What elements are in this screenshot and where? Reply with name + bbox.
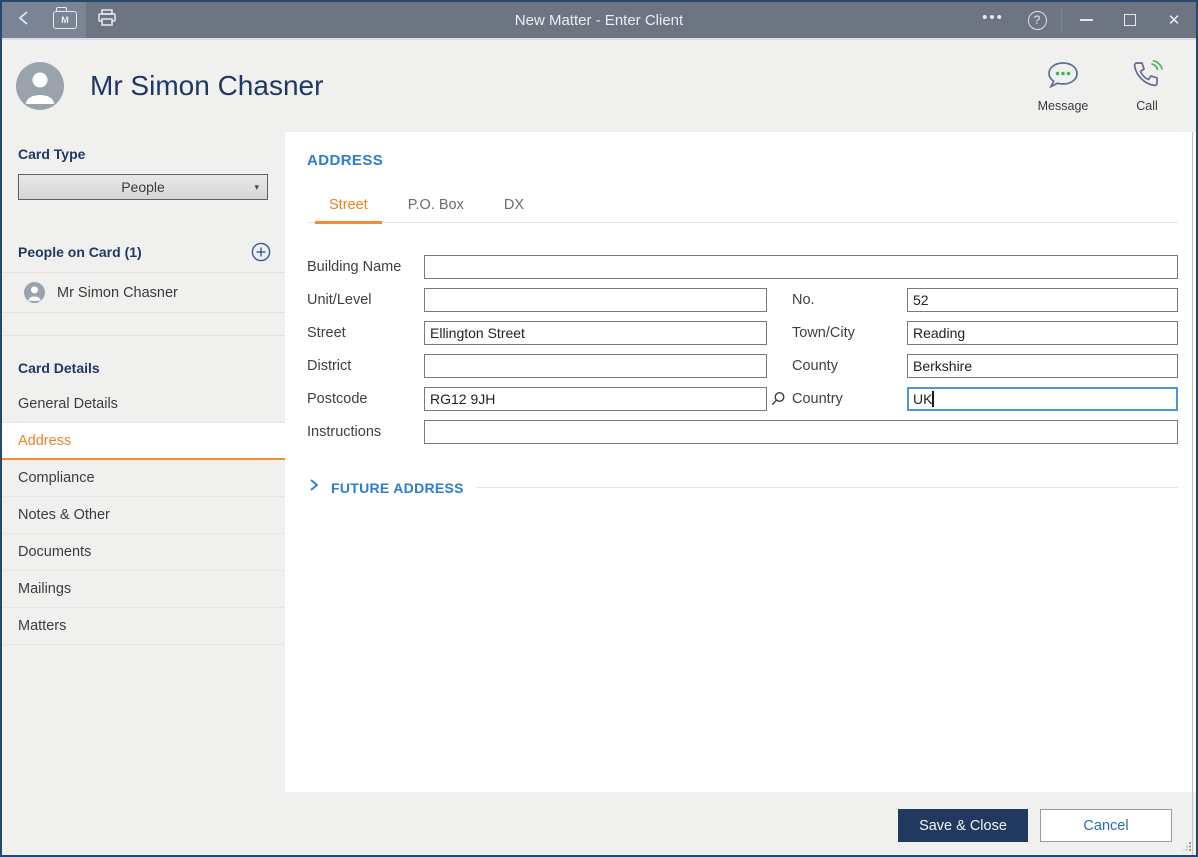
dropdown-caret-icon: ▾ — [254, 182, 259, 193]
add-person-button[interactable] — [251, 242, 271, 262]
tab-po-box[interactable]: P.O. Box — [396, 197, 476, 222]
call-label: Call — [1136, 99, 1158, 113]
postcode-field[interactable] — [424, 387, 767, 411]
sidebar-item-general-details[interactable]: General Details — [2, 386, 285, 423]
save-close-button[interactable]: Save & Close — [898, 809, 1028, 842]
sidebar-item-compliance[interactable]: Compliance — [2, 460, 285, 497]
titlebar: M New Matter - Enter Client ••• ? — [2, 2, 1196, 40]
text-cursor — [932, 391, 934, 407]
client-name: Mr Simon Chasner — [90, 70, 323, 102]
future-address-section[interactable]: FUTURE ADDRESS — [307, 478, 1178, 497]
future-address-label: FUTURE ADDRESS — [331, 480, 464, 496]
close-button[interactable]: ✕ — [1152, 2, 1196, 38]
country-label: Country — [792, 391, 907, 407]
instructions-label: Instructions — [307, 424, 424, 440]
titlebar-divider — [1061, 8, 1062, 32]
sidebar-divider — [2, 335, 285, 336]
card-type-value: People — [121, 179, 165, 195]
page-title: ADDRESS — [307, 152, 1178, 169]
street-label: Street — [307, 325, 424, 341]
titlebar-controls: ••• ? ✕ — [971, 2, 1196, 38]
instructions-field[interactable] — [424, 420, 1178, 444]
panel-right-edge — [1192, 132, 1193, 855]
more-button[interactable]: ••• — [971, 2, 1015, 38]
building-name-label: Building Name — [307, 259, 424, 275]
resize-grip-icon[interactable] — [1183, 838, 1192, 856]
card-details-label: Card Details — [2, 360, 285, 376]
card-details-menu: General Details Address Compliance Notes… — [2, 386, 285, 645]
help-icon: ? — [1028, 11, 1047, 30]
person-avatar-icon — [24, 282, 45, 303]
print-button[interactable] — [86, 2, 128, 38]
no-label: No. — [792, 292, 907, 308]
titlebar-left-group: M — [2, 2, 86, 38]
minimize-button[interactable] — [1064, 2, 1108, 38]
sidebar-item-notes-other[interactable]: Notes & Other — [2, 497, 285, 534]
person-list-item[interactable]: Mr Simon Chasner — [2, 272, 285, 313]
sidebar-item-matters[interactable]: Matters — [2, 608, 285, 645]
tab-street[interactable]: Street — [317, 197, 380, 222]
county-label: County — [792, 358, 907, 374]
chevron-right-icon — [309, 478, 319, 497]
address-form: Building Name Unit/Level No. Street Town… — [307, 255, 1178, 444]
district-label: District — [307, 358, 424, 374]
new-matter-window: M New Matter - Enter Client ••• ? — [0, 0, 1198, 857]
town-city-label: Town/City — [792, 325, 907, 341]
tab-dx[interactable]: DX — [492, 197, 536, 222]
street-field[interactable] — [424, 321, 767, 345]
card-type-label: Card Type — [2, 146, 285, 162]
back-icon — [18, 10, 29, 31]
footer: Save & Close Cancel — [2, 792, 1196, 857]
card-type-dropdown[interactable]: People ▾ — [18, 174, 268, 200]
sidebar-item-documents[interactable]: Documents — [2, 534, 285, 571]
matter-folder-icon: M — [53, 11, 77, 29]
people-on-card-label: People on Card (1) — [18, 244, 142, 260]
search-icon[interactable] — [770, 391, 786, 412]
maximize-button[interactable] — [1108, 2, 1152, 38]
people-on-card-header: People on Card (1) — [2, 242, 285, 272]
postcode-label: Postcode — [307, 391, 424, 407]
close-icon: ✕ — [1168, 11, 1181, 29]
country-field[interactable] — [907, 387, 1178, 411]
sidebar: Card Type People ▾ People on Card (1) — [2, 132, 285, 792]
sidebar-item-address[interactable]: Address — [2, 423, 285, 460]
call-button[interactable]: Call — [1118, 60, 1176, 113]
unit-level-label: Unit/Level — [307, 292, 424, 308]
call-phone-icon — [1131, 60, 1163, 95]
no-field[interactable] — [907, 288, 1178, 312]
address-tabs: Street P.O. Box DX — [307, 197, 1178, 223]
person-avatar-icon — [16, 62, 64, 110]
header-actions: Message Call — [1034, 60, 1176, 113]
address-panel: ADDRESS Street P.O. Box DX Building Name… — [285, 132, 1198, 792]
printer-icon — [97, 9, 117, 32]
client-header: Mr Simon Chasner Message — [2, 40, 1196, 132]
message-bubble-icon — [1046, 60, 1080, 95]
unit-level-field[interactable] — [424, 288, 767, 312]
minimize-icon — [1080, 19, 1093, 21]
help-button[interactable]: ? — [1015, 2, 1059, 38]
building-name-field[interactable] — [424, 255, 1178, 279]
matter-card-button[interactable]: M — [44, 2, 86, 38]
future-address-divider — [476, 487, 1178, 488]
back-button[interactable] — [2, 2, 44, 38]
maximize-icon — [1124, 14, 1136, 26]
town-city-field[interactable] — [907, 321, 1178, 345]
message-label: Message — [1038, 99, 1089, 113]
county-field[interactable] — [907, 354, 1178, 378]
more-icon: ••• — [982, 9, 1004, 26]
district-field[interactable] — [424, 354, 767, 378]
message-button[interactable]: Message — [1034, 60, 1092, 113]
add-circle-icon — [251, 242, 271, 262]
body: Card Type People ▾ People on Card (1) — [2, 132, 1196, 792]
person-name: Mr Simon Chasner — [57, 285, 178, 301]
cancel-button[interactable]: Cancel — [1040, 809, 1172, 842]
sidebar-item-mailings[interactable]: Mailings — [2, 571, 285, 608]
client-avatar — [16, 62, 64, 110]
